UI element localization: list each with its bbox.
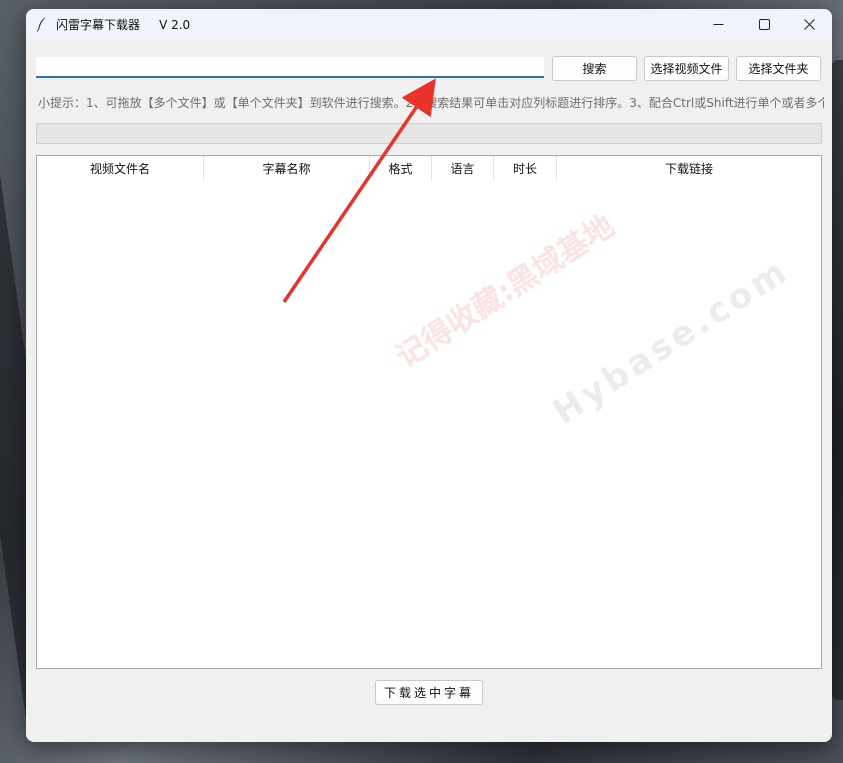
app-window: 闪雷字幕下载器 V 2.0 搜索 选择视频文件 选择文件夹 小提示：1、可拖放【… [26, 9, 832, 742]
search-button[interactable]: 搜索 [552, 56, 637, 81]
select-folder-button[interactable]: 选择文件夹 [736, 56, 821, 81]
progress-bar [36, 123, 822, 144]
window-title: 闪雷字幕下载器 V 2.0 [56, 18, 191, 32]
close-button[interactable] [786, 9, 832, 39]
download-selected-button[interactable]: 下载选中字幕 [375, 680, 483, 705]
table-header: 视频文件名 字幕名称 格式 语言 时长 下载链接 [37, 156, 821, 180]
maximize-button[interactable] [741, 9, 787, 39]
search-input[interactable] [36, 57, 544, 78]
column-header-video-filename[interactable]: 视频文件名 [37, 156, 204, 180]
feather-icon [36, 17, 46, 32]
column-header-duration[interactable]: 时长 [494, 156, 557, 180]
minimize-icon [713, 23, 723, 25]
select-video-file-button[interactable]: 选择视频文件 [644, 56, 729, 81]
desktop-background-right [832, 60, 843, 700]
column-header-subtitle-name[interactable]: 字幕名称 [204, 156, 370, 180]
maximize-icon [758, 18, 770, 30]
column-header-format[interactable]: 格式 [370, 156, 432, 180]
column-header-download-link[interactable]: 下载链接 [557, 156, 821, 180]
close-icon [803, 18, 815, 30]
column-header-language[interactable]: 语言 [432, 156, 494, 180]
title-bar[interactable]: 闪雷字幕下载器 V 2.0 [26, 9, 832, 39]
results-table[interactable]: 视频文件名 字幕名称 格式 语言 时长 下载链接 [36, 155, 822, 669]
hint-text: 小提示：1、可拖放【多个文件】或【单个文件夹】到软件进行搜索。2、搜索结果可单击… [38, 96, 824, 110]
minimize-button[interactable] [695, 9, 741, 39]
